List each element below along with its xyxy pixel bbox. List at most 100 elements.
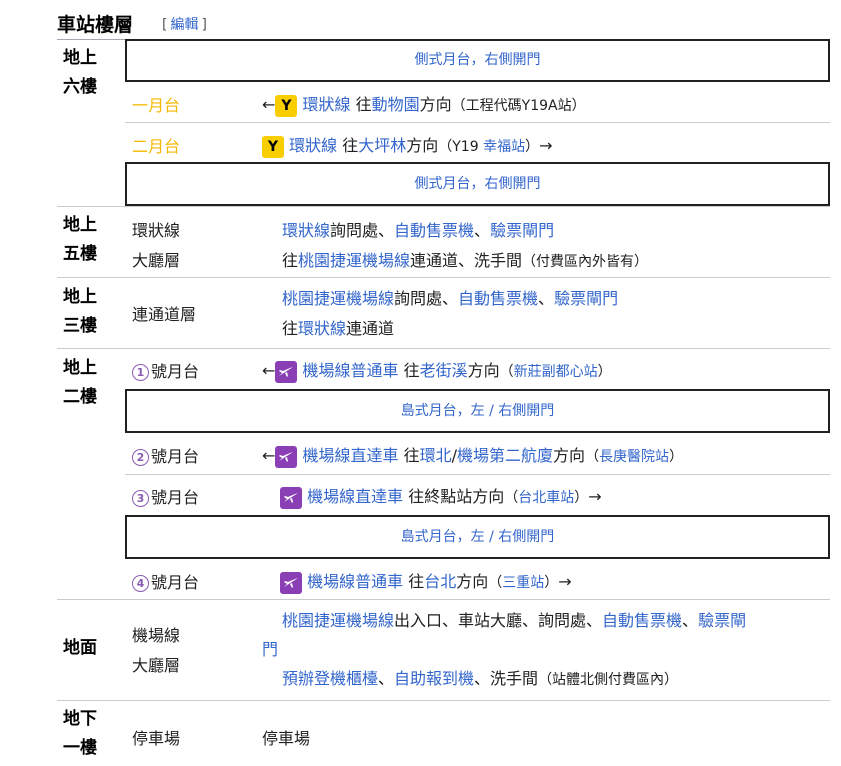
to-text: 往 bbox=[355, 95, 372, 114]
ticket-gate-link[interactable]: 驗票閘門 bbox=[554, 289, 618, 308]
xingfu-station-link[interactable]: 幸福站 bbox=[483, 139, 525, 155]
ticket-gate-link[interactable]: 驗票閘 bbox=[698, 611, 746, 630]
floor-gf-name: 地面 bbox=[63, 638, 97, 658]
self-checkin-link[interactable]: 自助報到機 bbox=[394, 669, 474, 688]
dir-text: 方向 bbox=[419, 95, 452, 114]
to-text: 往 bbox=[408, 572, 425, 591]
floor-gf-line2: 預辦登機櫃檯、自助報到機、洗手間（站體北側付費區內） bbox=[262, 664, 746, 695]
airport-mrt-link[interactable]: 桃園捷運機場線 bbox=[282, 289, 394, 308]
edit-bracket-open: [ bbox=[162, 17, 168, 33]
platform-2f-4-label: 4 號月台 bbox=[132, 569, 199, 593]
note-text: （付費區內外皆有） bbox=[522, 254, 649, 270]
side-platform-top: 側式月台，右側開門 bbox=[125, 39, 830, 82]
island-platform-2-link[interactable]: 島式月台，左 / 右側開門 bbox=[401, 529, 555, 545]
circular-line-link[interactable]: 環狀線 bbox=[282, 221, 330, 240]
edit-link-wrapper: [編輯] bbox=[162, 14, 207, 34]
dest-laojiexi-link[interactable]: 老街溪 bbox=[420, 361, 468, 380]
floor-3f-line2: 往環狀線連通道 bbox=[282, 314, 618, 344]
circular-line-link[interactable]: 環狀線 bbox=[289, 136, 337, 155]
taipei-main-station-link[interactable]: 台北車站 bbox=[518, 490, 574, 506]
floor-b1-label: 停車場 bbox=[132, 729, 181, 748]
text: 詢問處、 bbox=[330, 221, 395, 240]
floor-5f-line1: 地上 bbox=[63, 215, 97, 235]
platform-2f-3-info: 機場線直達車 往終點站方向（台北車站）→ bbox=[280, 483, 602, 509]
ticket-gate-link[interactable]: 驗票閘門 bbox=[490, 221, 554, 240]
floor-b1-content: 停車場 bbox=[262, 729, 311, 748]
platform-2f-2-info: ← 機場線直達車 往環北/機場第二航廈方向（長庚醫院站） bbox=[262, 442, 683, 468]
floor-3f-label: 連通道層 bbox=[132, 305, 197, 324]
platform-label-text: 號月台 bbox=[151, 488, 200, 507]
dest-dapinglin-link[interactable]: 大坪林 bbox=[358, 136, 406, 155]
ticket-gate-link-wrap[interactable]: 門 bbox=[262, 640, 278, 659]
airport-express-link[interactable]: 機場線直達車 bbox=[307, 487, 403, 506]
note-text: （工程代碼Y19A站） bbox=[451, 98, 586, 114]
island-platform-2: 島式月台，左 / 右側開門 bbox=[125, 515, 830, 559]
section-title: 車站樓層 bbox=[57, 14, 134, 36]
floor-6f-line2: 六樓 bbox=[63, 77, 97, 97]
note-close: ） bbox=[574, 490, 589, 506]
platform-2f-1-info: ← 機場線普通車 往老街溪方向（新莊副都心站） bbox=[262, 357, 612, 383]
floor-6f-line1: 地上 bbox=[63, 48, 97, 68]
dest-zoo-link[interactable]: 動物園 bbox=[372, 95, 420, 114]
plane-icon bbox=[275, 445, 298, 468]
arrow-right-icon: → bbox=[558, 572, 572, 591]
floor-3f-line1: 桃園捷運機場線詢問處、自動售票機、驗票閘門 bbox=[282, 284, 618, 314]
text: 連通道、洗手間 bbox=[410, 251, 523, 270]
floor-divider bbox=[57, 348, 830, 349]
plane-icon bbox=[280, 571, 302, 594]
side-platform-top-link[interactable]: 側式月台，右側開門 bbox=[415, 52, 541, 68]
ticket-machine-link[interactable]: 自動售票機 bbox=[458, 289, 538, 308]
floor-5f-label-2: 大廳層 bbox=[132, 251, 181, 270]
to-text: 往 bbox=[403, 446, 420, 465]
y-line-icon: Y bbox=[262, 135, 284, 158]
floor-5f-label: 環狀線 大廳層 bbox=[132, 216, 180, 276]
floor-2f-line1: 地上 bbox=[63, 358, 97, 378]
airport-mrt-link[interactable]: 桃園捷運機場線 bbox=[282, 611, 394, 630]
dest-huanbei-link[interactable]: 環北 bbox=[420, 446, 452, 465]
plane-icon bbox=[280, 486, 302, 509]
floor-gf-label-2: 大廳層 bbox=[132, 656, 181, 675]
platform-1-label: 一月台 bbox=[132, 96, 181, 115]
island-platform-1-link[interactable]: 島式月台，左 / 右側開門 bbox=[401, 403, 555, 419]
arrow-left-icon: ← bbox=[262, 361, 276, 380]
checkin-counter-link[interactable]: 預辦登機櫃檯 bbox=[282, 669, 378, 688]
xinzhuang-station-link[interactable]: 新莊副都心站 bbox=[514, 364, 598, 380]
platform-1-info: ← Y 環狀線 往動物園方向（工程代碼Y19A站） bbox=[262, 91, 586, 117]
text: 往 bbox=[282, 251, 299, 270]
airport-commuter-link[interactable]: 機場線普通車 bbox=[307, 572, 403, 591]
edit-link[interactable]: 編輯 bbox=[170, 17, 198, 33]
arrow-left-icon: ← bbox=[262, 95, 276, 114]
note-open: （ bbox=[585, 449, 600, 465]
changgung-station-link[interactable]: 長庚醫院站 bbox=[599, 449, 669, 465]
text: 、 bbox=[538, 289, 555, 308]
text: 出入口、車站大廳、詢問處、 bbox=[394, 611, 603, 630]
platform-2-info: Y 環狀線 往大坪林方向（Y19 幸福站）→ bbox=[262, 132, 552, 158]
text: 、洗手間 bbox=[474, 669, 539, 688]
circular-line-link[interactable]: 環狀線 bbox=[303, 95, 351, 114]
airport-express-link[interactable]: 機場線直達車 bbox=[303, 446, 399, 465]
side-platform-bottom-link[interactable]: 側式月台，右側開門 bbox=[415, 176, 541, 192]
airport-mrt-link[interactable]: 桃園捷運機場線 bbox=[298, 251, 410, 270]
dir-text: 方向 bbox=[553, 446, 586, 465]
floor-gf-line1: 桃園捷運機場線出入口、車站大廳、詢問處、自動售票機、驗票閘 bbox=[262, 606, 746, 635]
platform-label-text: 號月台 bbox=[151, 362, 200, 381]
arrow-right-icon: → bbox=[539, 136, 553, 155]
note-close: ） bbox=[597, 364, 612, 380]
floor-5f-line1: 環狀線詢問處、自動售票機、驗票閘門 bbox=[282, 216, 648, 246]
platform-2f-1-label: 1 號月台 bbox=[132, 358, 199, 382]
airport-commuter-link[interactable]: 機場線普通車 bbox=[303, 361, 399, 380]
to-text: 往 bbox=[342, 136, 359, 155]
platform-label-text: 號月台 bbox=[151, 573, 200, 592]
floor-divider bbox=[57, 599, 830, 600]
floor-3f-name: 地上 三樓 bbox=[63, 283, 97, 341]
ticket-machine-link[interactable]: 自動售票機 bbox=[394, 221, 474, 240]
island-platform-1: 島式月台，左 / 右側開門 bbox=[125, 389, 830, 433]
sanchong-station-link[interactable]: 三重站 bbox=[502, 575, 544, 591]
dest-taipei-link[interactable]: 台北 bbox=[424, 572, 456, 591]
circular-line-link[interactable]: 環狀線 bbox=[298, 319, 346, 338]
ticket-machine-link[interactable]: 自動售票機 bbox=[602, 611, 682, 630]
text: 、 bbox=[378, 669, 395, 688]
floor-divider bbox=[57, 700, 830, 701]
floor-3f-line2: 三樓 bbox=[63, 316, 97, 336]
dest-terminal2-link[interactable]: 機場第二航廈 bbox=[457, 446, 553, 465]
